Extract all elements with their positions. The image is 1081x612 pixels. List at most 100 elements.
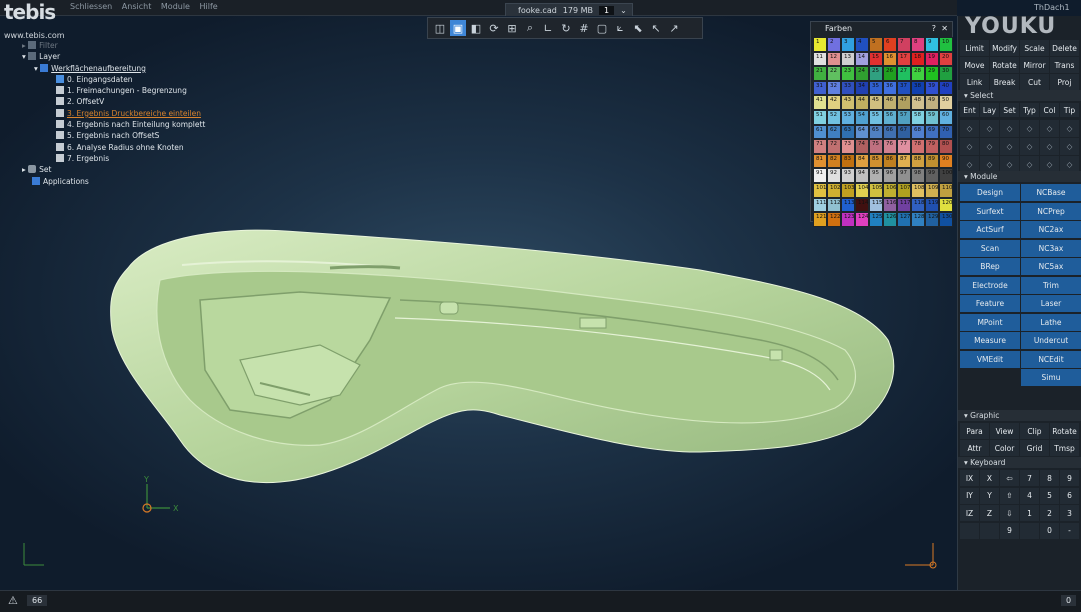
color-swatch[interactable]: 69 — [925, 124, 939, 140]
color-swatch[interactable]: 111 — [813, 197, 827, 213]
keyboard-key[interactable]: ⇦ — [1000, 470, 1019, 486]
color-swatch[interactable]: 95 — [869, 168, 883, 183]
color-swatch[interactable]: 9 — [925, 37, 939, 52]
color-swatch[interactable]: 68 — [911, 124, 925, 140]
cad-part[interactable] — [110, 229, 895, 484]
alert-icon[interactable]: ⚠ — [8, 594, 18, 607]
module-button-nc2ax[interactable]: NC2ax — [1021, 221, 1081, 238]
color-swatch[interactable]: 40 — [939, 80, 953, 96]
color-swatch[interactable]: 62 — [827, 124, 841, 140]
color-swatch[interactable]: 98 — [911, 168, 925, 183]
select-tool-icon[interactable]: ◇ — [960, 138, 979, 155]
module-button-laser[interactable]: Laser — [1021, 295, 1081, 312]
color-swatch[interactable]: 80 — [939, 139, 953, 154]
color-swatch[interactable]: 46 — [883, 95, 897, 110]
color-swatch[interactable]: 24 — [855, 66, 869, 81]
keyboard-key[interactable]: 3 — [1060, 505, 1079, 521]
select-tab-set[interactable]: Set — [1000, 103, 1019, 117]
color-swatch[interactable]: 127 — [897, 212, 911, 227]
color-swatch[interactable]: 10 — [939, 37, 953, 52]
color-swatch[interactable]: 126 — [883, 212, 897, 227]
color-swatch[interactable]: 2 — [827, 37, 841, 52]
color-swatch[interactable]: 84 — [855, 153, 869, 169]
color-swatch[interactable]: 16 — [883, 51, 897, 67]
color-swatch[interactable]: 50 — [939, 95, 953, 110]
color-swatch[interactable]: 26 — [883, 66, 897, 81]
color-swatch[interactable]: 96 — [883, 168, 897, 183]
color-swatch[interactable]: 25 — [869, 66, 883, 81]
module-button-vmedit[interactable]: VMEdit — [960, 350, 1020, 368]
color-swatch[interactable]: 15 — [869, 51, 883, 67]
color-swatch[interactable]: 77 — [897, 139, 911, 154]
color-swatch[interactable]: 116 — [883, 197, 897, 213]
select-tool-icon[interactable]: ◇ — [1040, 120, 1059, 137]
color-swatch[interactable]: 100 — [939, 168, 953, 183]
keyboard-key[interactable]: ⇧ — [1000, 487, 1019, 504]
transform-button-proj[interactable]: Proj — [1050, 74, 1079, 90]
select-section-header[interactable]: ▾ Select — [958, 90, 1081, 101]
keyboard-section-header[interactable]: ▾ Keyboard — [958, 457, 1081, 468]
color-swatch[interactable]: 63 — [841, 124, 855, 140]
color-swatch[interactable]: 122 — [827, 212, 841, 227]
color-swatch[interactable]: 107 — [897, 182, 911, 198]
color-swatch[interactable]: 7 — [897, 37, 911, 52]
color-swatch[interactable]: 8 — [911, 37, 925, 52]
color-swatch[interactable]: 4 — [855, 37, 869, 52]
keyboard-key[interactable]: IZ — [960, 505, 979, 521]
keyboard-key[interactable]: 4 — [1020, 487, 1039, 504]
color-swatch[interactable]: 31 — [813, 80, 827, 96]
color-swatch[interactable]: 52 — [827, 109, 841, 125]
color-swatch[interactable]: 29 — [925, 66, 939, 81]
keyboard-key[interactable]: 9 — [1000, 522, 1019, 539]
color-swatch[interactable]: 64 — [855, 124, 869, 140]
color-swatch[interactable]: 90 — [939, 153, 953, 169]
color-swatch[interactable]: 74 — [855, 139, 869, 154]
select-tool-icon[interactable]: ◇ — [1060, 138, 1079, 155]
keyboard-key[interactable]: 2 — [1040, 505, 1059, 521]
color-swatch[interactable]: 128 — [911, 212, 925, 227]
color-swatch[interactable]: 130 — [939, 212, 953, 227]
color-swatch[interactable]: 6 — [883, 37, 897, 52]
color-swatch[interactable]: 39 — [925, 80, 939, 96]
color-swatch[interactable]: 36 — [883, 80, 897, 96]
color-swatch[interactable]: 1 — [813, 37, 827, 52]
module-button-brep[interactable]: BRep — [960, 258, 1020, 275]
transform-button-break[interactable]: Break — [990, 74, 1019, 90]
keyboard-key[interactable]: IY — [960, 487, 979, 504]
color-swatch[interactable]: 86 — [883, 153, 897, 169]
color-swatch[interactable]: 73 — [841, 139, 855, 154]
graphic-button-grid[interactable]: Grid — [1020, 440, 1049, 456]
keyboard-key[interactable]: IX — [960, 470, 979, 486]
graphic-button-clip[interactable]: Clip — [1020, 423, 1049, 439]
graphic-button-view[interactable]: View — [990, 423, 1019, 439]
color-swatch[interactable]: 109 — [925, 182, 939, 198]
color-swatch[interactable]: 37 — [897, 80, 911, 96]
color-swatch[interactable]: 129 — [925, 212, 939, 227]
select-tool-icon[interactable]: ◇ — [1020, 138, 1039, 155]
color-swatch[interactable]: 54 — [855, 109, 869, 125]
color-swatch[interactable]: 49 — [925, 95, 939, 110]
graphic-button-rotate[interactable]: Rotate — [1050, 423, 1079, 439]
module-button-feature[interactable]: Feature — [960, 295, 1020, 312]
color-swatch[interactable]: 23 — [841, 66, 855, 81]
keyboard-key[interactable]: 9 — [1060, 470, 1079, 486]
color-swatch[interactable]: 5 — [869, 37, 883, 52]
color-swatch[interactable]: 79 — [925, 139, 939, 154]
module-button-simu[interactable]: Simu — [1021, 369, 1081, 386]
transform-button-move[interactable]: Move — [960, 57, 989, 73]
help-icon[interactable]: ? — [932, 24, 936, 33]
graphic-section-header[interactable]: ▾ Graphic — [958, 410, 1081, 421]
color-swatch[interactable]: 66 — [883, 124, 897, 140]
color-swatch[interactable]: 71 — [813, 139, 827, 154]
color-swatch[interactable]: 60 — [939, 109, 953, 125]
keyboard-key[interactable]: - — [1060, 522, 1079, 539]
color-swatch[interactable]: 19 — [925, 51, 939, 67]
color-swatch[interactable]: 3 — [841, 37, 855, 52]
select-tab-typ[interactable]: Typ — [1020, 103, 1039, 117]
color-swatch[interactable]: 18 — [911, 51, 925, 67]
color-swatch[interactable]: 91 — [813, 168, 827, 183]
color-swatch[interactable]: 118 — [911, 197, 925, 213]
color-swatch[interactable]: 45 — [869, 95, 883, 110]
color-swatch[interactable]: 44 — [855, 95, 869, 110]
color-swatch[interactable]: 82 — [827, 153, 841, 169]
